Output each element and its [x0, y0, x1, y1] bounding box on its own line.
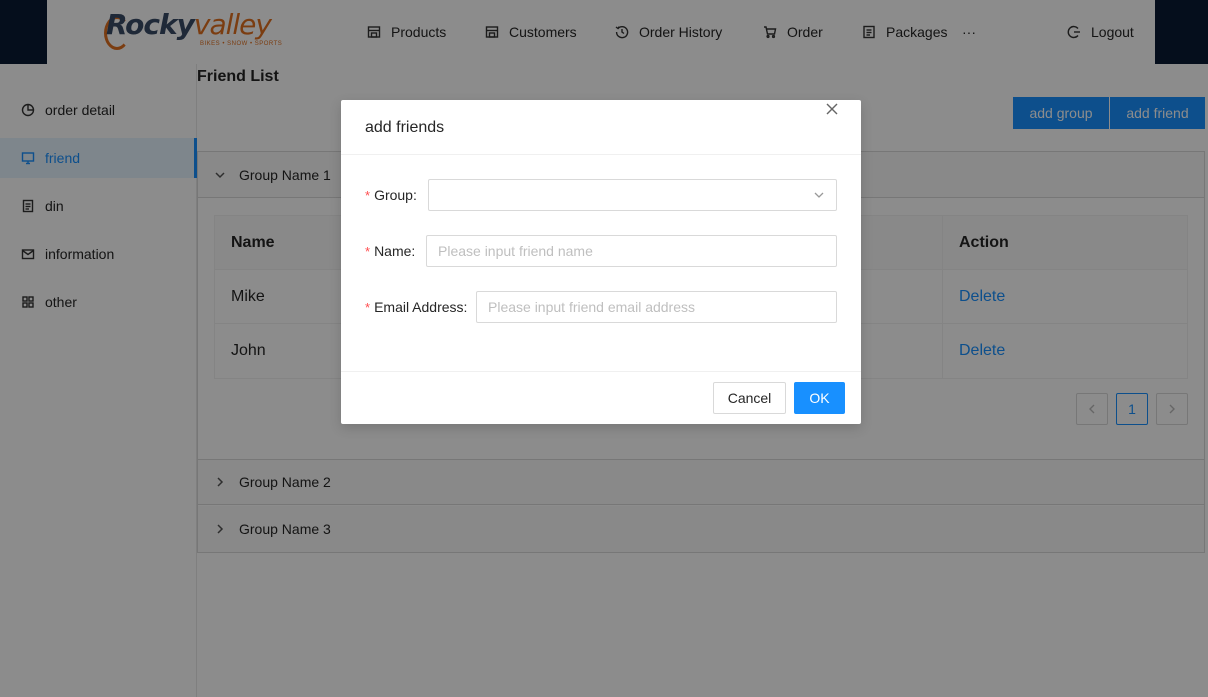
modal-header-divider: [341, 154, 861, 155]
friend-name-input[interactable]: [426, 235, 837, 267]
name-field-label: * Name:: [365, 235, 415, 267]
required-mark: *: [365, 187, 371, 203]
close-icon: [826, 103, 838, 115]
group-field-label: * Group:: [365, 179, 417, 211]
required-mark: *: [365, 299, 371, 315]
friend-email-input[interactable]: [476, 291, 837, 323]
modal-title: add friends: [365, 119, 445, 136]
ok-button[interactable]: OK: [794, 382, 845, 414]
cancel-button[interactable]: Cancel: [713, 382, 786, 414]
name-label-text: Name: [374, 243, 412, 259]
close-button[interactable]: [823, 100, 841, 118]
group-select[interactable]: [428, 179, 837, 211]
email-label-text: Email Address: [374, 299, 464, 315]
label-colon: :: [463, 299, 468, 315]
add-friends-modal: add friends * Group: * Name: * Email Add…: [341, 100, 861, 424]
email-field-label: * Email Address:: [365, 291, 467, 323]
chevron-down-icon: [813, 189, 825, 201]
label-colon: :: [411, 243, 416, 259]
modal-footer-divider: [341, 371, 861, 372]
group-label-text: Group: [374, 187, 413, 203]
label-colon: :: [412, 187, 417, 203]
required-mark: *: [365, 243, 371, 259]
